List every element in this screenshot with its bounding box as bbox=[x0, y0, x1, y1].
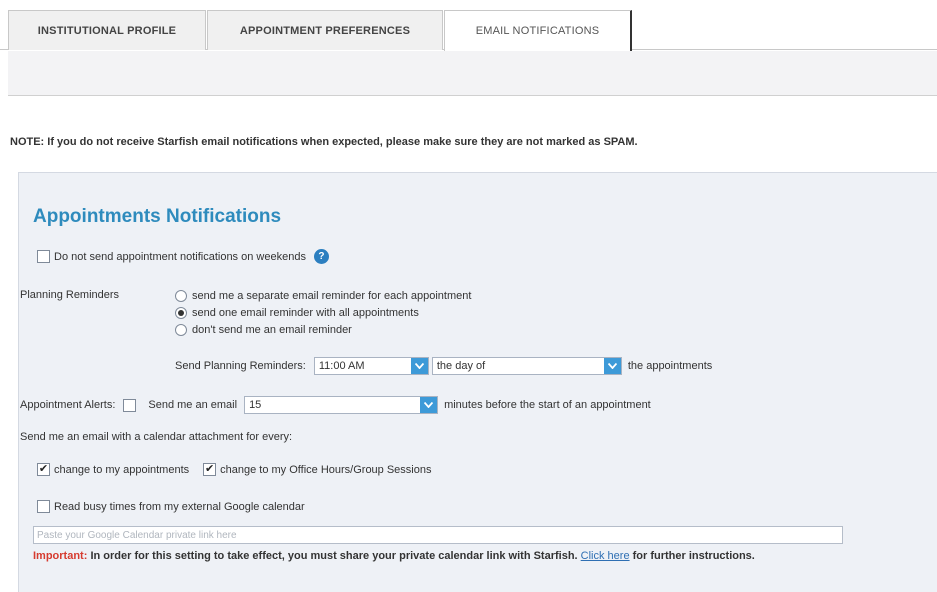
tab-bar: INSTITUTIONAL PROFILE APPOINTMENT PREFER… bbox=[0, 0, 937, 51]
planning-day-value: the day of bbox=[436, 360, 486, 372]
change-appointments-checkbox[interactable]: ✔ bbox=[37, 463, 50, 476]
appointment-alerts-checkbox[interactable] bbox=[123, 398, 137, 412]
alert-minutes-select[interactable]: 15 bbox=[244, 396, 439, 414]
send-planning-label: Send Planning Reminders: bbox=[175, 360, 306, 372]
radio-separate-label: send me a separate email reminder for ea… bbox=[192, 290, 472, 302]
appointment-alerts-row: Appointment Alerts: Send me an email 15 … bbox=[20, 396, 651, 414]
send-email-label: Send me an email bbox=[148, 399, 238, 411]
google-calendar-link-input[interactable]: Paste your Google Calendar private link … bbox=[33, 526, 843, 544]
calendar-options-row: ✔ change to my appointments ✔ change to … bbox=[37, 463, 431, 476]
important-text: In order for this setting to take effect… bbox=[87, 550, 581, 562]
planning-reminders-row: Planning Reminders bbox=[20, 289, 119, 301]
weekends-row: Do not send appointment notifications on… bbox=[37, 249, 329, 264]
change-office-hours-label: change to my Office Hours/Group Sessions bbox=[220, 463, 432, 476]
spam-note: NOTE: If you do not receive Starfish ema… bbox=[10, 136, 638, 148]
chevron-down-icon[interactable] bbox=[603, 358, 621, 374]
weekends-checkbox[interactable] bbox=[37, 250, 50, 263]
planning-reminders-label: Planning Reminders bbox=[20, 289, 120, 301]
google-calendar-row: Read busy times from my external Google … bbox=[37, 500, 305, 513]
weekends-label: Do not send appointment notifications on… bbox=[54, 250, 306, 263]
important-suffix: for further instructions. bbox=[629, 550, 755, 562]
section-heading: Appointments Notifications bbox=[33, 206, 282, 227]
google-calendar-checkbox[interactable] bbox=[37, 500, 50, 513]
alert-minutes-value: 15 bbox=[249, 399, 262, 411]
help-icon[interactable]: ? bbox=[313, 249, 329, 264]
change-office-hours-checkbox[interactable]: ✔ bbox=[203, 463, 217, 476]
planning-time-select[interactable]: 11:00 AM bbox=[313, 357, 429, 375]
send-planning-row: Send Planning Reminders: 11:00 AM the da… bbox=[175, 357, 712, 375]
calendar-attachment-label: Send me an email with a calendar attachm… bbox=[20, 431, 293, 443]
chevron-down-icon[interactable] bbox=[420, 397, 438, 413]
planning-day-select[interactable]: the day of bbox=[431, 357, 622, 375]
planning-suffix: the appointments bbox=[627, 360, 713, 372]
change-appointments-label: change to my appointments bbox=[54, 463, 190, 476]
important-prefix: Important: bbox=[33, 550, 88, 562]
radio-one[interactable] bbox=[175, 307, 187, 319]
tab-institutional-profile[interactable]: INSTITUTIONAL PROFILE bbox=[8, 10, 206, 50]
appointment-alerts-label: Appointment Alerts: bbox=[20, 399, 116, 411]
radio-none-label: don't send me an email reminder bbox=[192, 324, 352, 336]
chevron-down-icon[interactable] bbox=[410, 358, 428, 374]
radio-separate[interactable] bbox=[175, 290, 187, 302]
tab-email-notifications[interactable]: EMAIL NOTIFICATIONS bbox=[444, 10, 632, 51]
toolbar-strip bbox=[8, 51, 937, 96]
calendar-attachment-row: Send me an email with a calendar attachm… bbox=[20, 431, 292, 443]
google-calendar-label: Read busy times from my external Google … bbox=[54, 500, 305, 513]
important-note: Important: In order for this setting to … bbox=[33, 550, 755, 562]
tab-appointment-preferences[interactable]: APPOINTMENT PREFERENCES bbox=[207, 10, 443, 50]
planning-option-one[interactable]: send one email reminder with all appoint… bbox=[175, 307, 419, 319]
radio-one-label: send one email reminder with all appoint… bbox=[192, 307, 419, 319]
planning-option-separate[interactable]: send me a separate email reminder for ea… bbox=[175, 290, 471, 302]
planning-option-none[interactable]: don't send me an email reminder bbox=[175, 324, 352, 336]
click-here-link[interactable]: Click here bbox=[581, 550, 630, 562]
radio-none[interactable] bbox=[175, 324, 187, 336]
planning-time-value: 11:00 AM bbox=[318, 360, 365, 372]
alert-suffix: minutes before the start of an appointme… bbox=[444, 399, 651, 411]
